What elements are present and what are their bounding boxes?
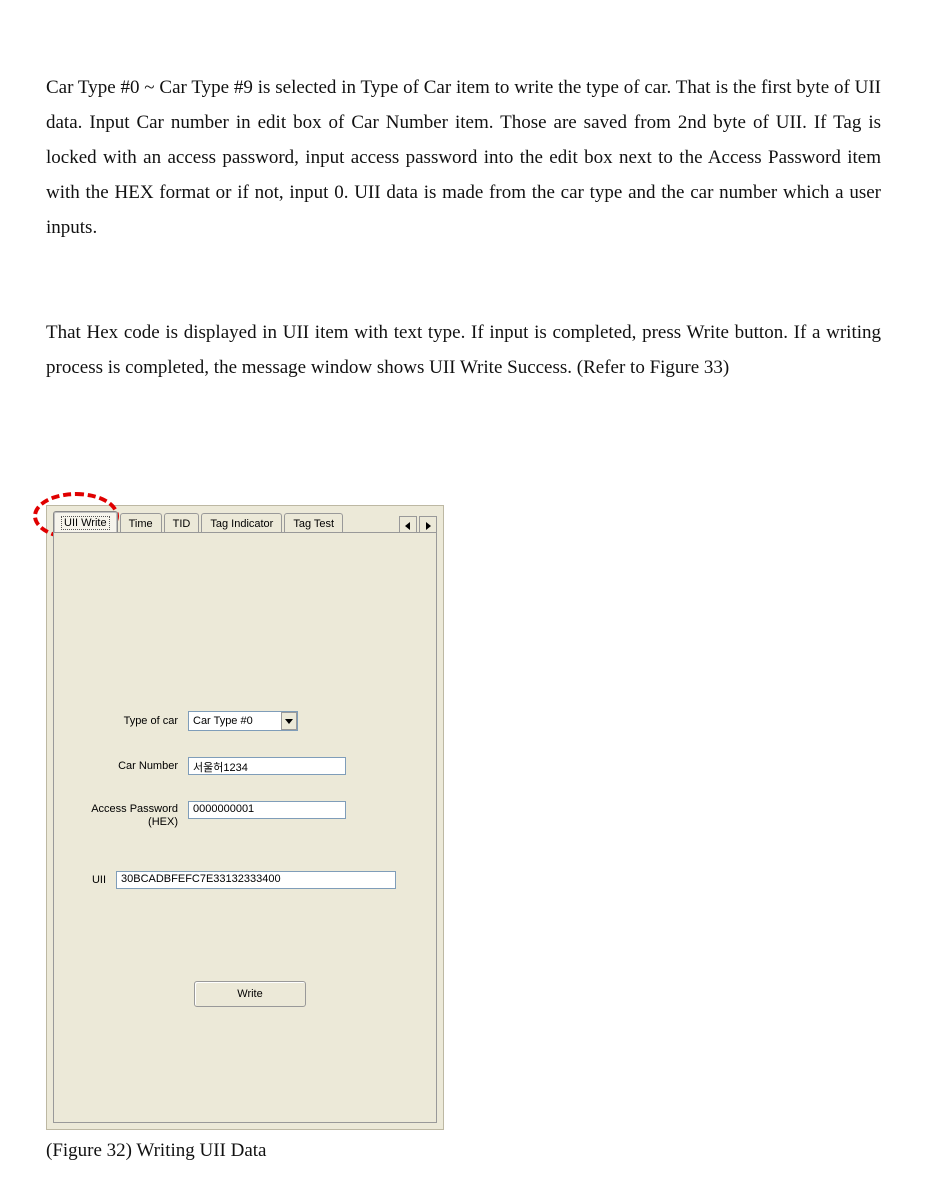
tab-label: Time (129, 518, 153, 530)
tab-time[interactable]: Time (120, 513, 162, 534)
type-of-car-select[interactable]: Car Type #0 (188, 711, 298, 731)
tab-tid[interactable]: TID (164, 513, 200, 534)
tab-label: Tag Indicator (210, 518, 273, 530)
dropdown-arrow-icon (281, 712, 297, 730)
type-of-car-label: Type of car (70, 715, 188, 728)
uii-display: 30BCADBFEFC7E33132333400 (116, 871, 396, 889)
access-password-input[interactable]: 0000000001 (188, 801, 346, 819)
car-number-label: Car Number (70, 760, 188, 773)
car-number-input[interactable]: 서울허1234 (188, 757, 346, 775)
paragraph-1: Car Type #0 ~ Car Type #9 is selected in… (46, 70, 881, 245)
uii-label: UII (0, 874, 116, 887)
uii-write-window: UII Write Time TID Tag Indicator Tag Tes… (46, 505, 444, 1130)
tab-strip: UII Write Time TID Tag Indicator Tag Tes… (53, 512, 437, 534)
write-button-label: Write (237, 988, 262, 1000)
figure-caption: (Figure 32) Writing UII Data (46, 1140, 881, 1162)
document-body-text: Car Type #0 ~ Car Type #9 is selected in… (46, 0, 881, 455)
write-button[interactable]: Write (194, 981, 306, 1007)
tab-label: UII Write (62, 517, 109, 529)
tab-label: TID (173, 518, 191, 530)
tab-tag-indicator[interactable]: Tag Indicator (201, 513, 282, 534)
uii-write-panel: Type of car Car Type #0 Car Number 서울허12… (53, 532, 437, 1123)
access-password-label: Access Password (HEX) (70, 801, 188, 829)
chevron-right-icon (424, 522, 432, 530)
tab-uii-write[interactable]: UII Write (53, 511, 118, 534)
tab-label: Tag Test (293, 518, 334, 530)
chevron-left-icon (404, 522, 412, 530)
paragraph-2: That Hex code is displayed in UII item w… (46, 315, 881, 385)
tab-tag-test[interactable]: Tag Test (284, 513, 343, 534)
